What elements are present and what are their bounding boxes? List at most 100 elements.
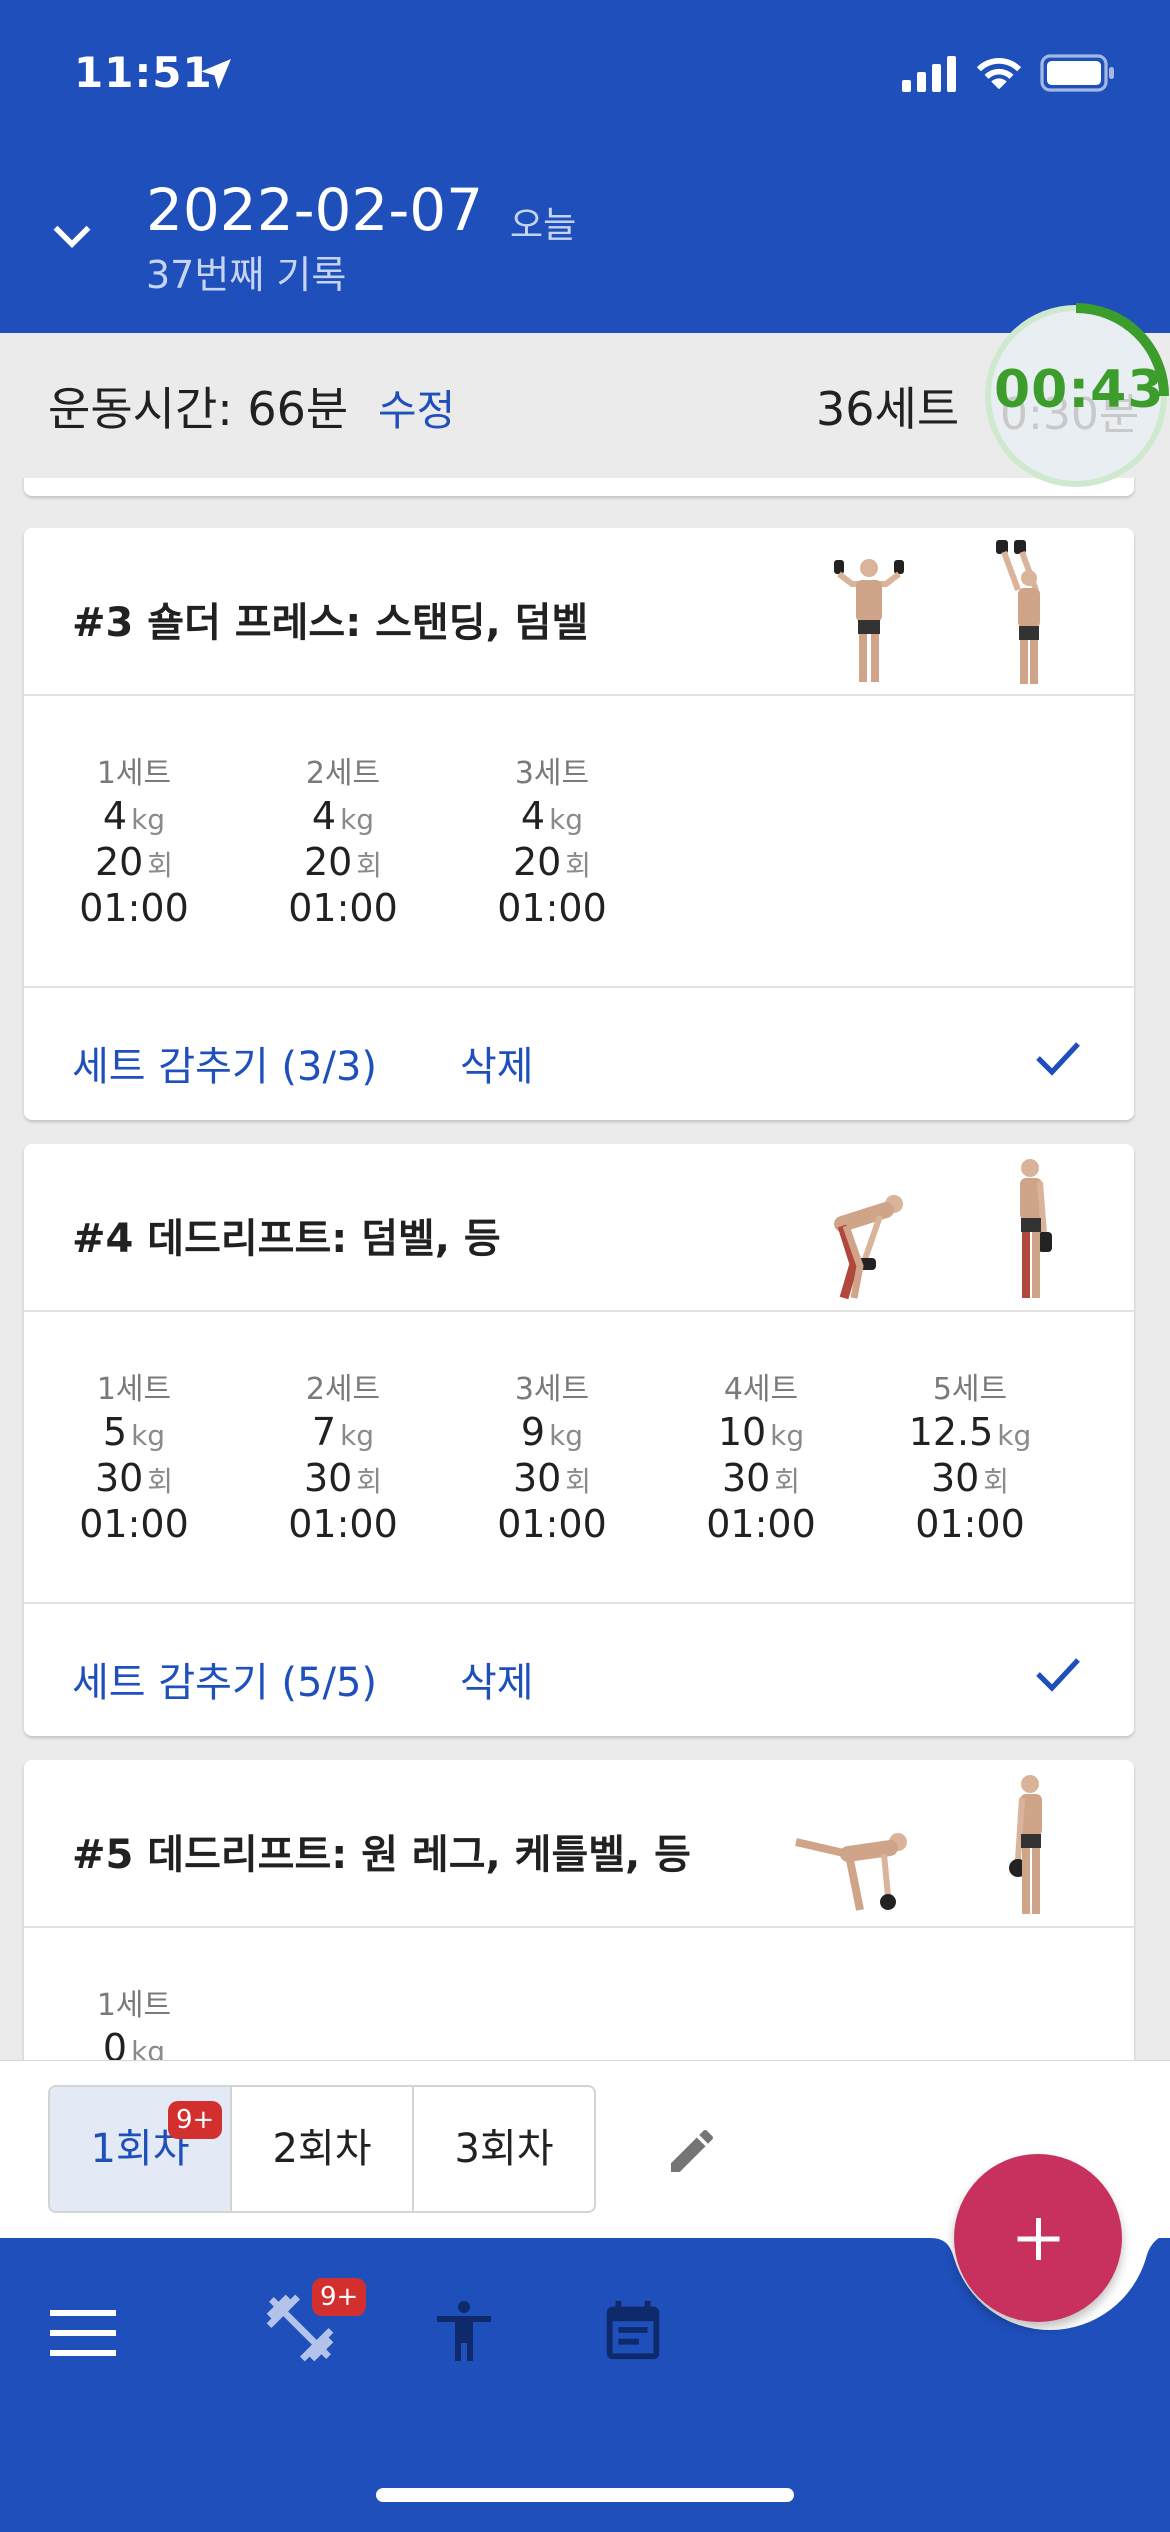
exercise-start-image <box>795 1833 907 1911</box>
weight-value: 9 <box>520 1410 546 1454</box>
set-weight: 4 kg <box>44 794 224 840</box>
weight-value: 4 <box>102 794 128 838</box>
status-bar: 11:51 <box>0 0 1170 150</box>
set-list: 1세트 4 kg 20 회 01:00 2세트 4 kg 20 회 01:00 3세트 … <box>24 698 1134 988</box>
exercise-card: #5 데드리프트: 원 레그, 케틀벨, 등 1세트 0 kg <box>24 1760 1134 2060</box>
exercise-end-image <box>1020 1159 1052 1298</box>
set-time: 01:00 <box>79 1502 189 1546</box>
set-time: 01:00 <box>915 1502 1025 1546</box>
check-icon[interactable] <box>1034 1038 1082 1078</box>
weight-unit: kg <box>770 1419 805 1452</box>
exercise-title: #4 데드리프트: 덤벨, 등 <box>72 1216 501 1262</box>
set-item[interactable]: 5세트 12.5 kg 30 회 01:00 <box>880 1364 1060 1546</box>
battery-icon <box>1040 54 1114 92</box>
delete-button[interactable]: 삭제 <box>460 1650 534 1708</box>
add-exercise-button[interactable] <box>954 2154 1122 2322</box>
set-list: 1세트 0 kg <box>24 1930 1134 2060</box>
location-arrow-icon <box>201 59 231 89</box>
set-label: 2세트 <box>305 756 381 791</box>
plus-icon <box>1017 2218 1060 2260</box>
round-tab-3[interactable]: 3회차 <box>412 2085 596 2213</box>
person-icon[interactable] <box>428 2292 500 2370</box>
edit-duration-button[interactable]: 수정 <box>378 377 455 438</box>
set-item[interactable]: 2세트 7 kg 30 회 01:00 <box>253 1364 433 1546</box>
reps-value: 20 <box>94 840 144 884</box>
hide-sets-button[interactable]: 세트 감추기 (3/3) <box>72 1034 377 1092</box>
round-tab-2[interactable]: 2회차 <box>230 2085 414 2213</box>
rest-timer[interactable]: 00:43 <box>994 360 1165 420</box>
weight-unit: kg <box>131 1419 166 1452</box>
weight-unit: kg <box>549 1419 584 1452</box>
hide-sets-button[interactable]: 세트 감추기 (5/5) <box>72 1650 377 1708</box>
reps-unit: 회 <box>983 1465 1010 1498</box>
set-weight: 10 kg <box>671 1410 851 1456</box>
reps-value: 20 <box>303 840 353 884</box>
set-label: 1세트 <box>96 756 172 791</box>
wifi-icon <box>976 58 1022 90</box>
exercise-header[interactable]: #5 데드리프트: 원 레그, 케틀벨, 등 <box>24 1760 1134 1928</box>
weight-unit: kg <box>340 803 375 836</box>
weight-value: 0 <box>102 2026 128 2060</box>
chevron-down-icon[interactable] <box>50 218 94 252</box>
exercise-actions: 세트 감추기 (3/3) 삭제 <box>24 990 1134 1120</box>
set-label: 1세트 <box>96 1372 172 1407</box>
weight-value: 10 <box>717 1410 767 1454</box>
pencil-icon[interactable] <box>664 2123 720 2179</box>
weight-unit: kg <box>549 803 584 836</box>
reps-unit: 회 <box>565 1465 592 1498</box>
round-tab-label: 3회차 <box>454 2126 554 2172</box>
set-reps: 20 회 <box>44 840 224 886</box>
menu-icon[interactable] <box>50 2308 116 2358</box>
exercise-list[interactable]: #3 숄더 프레스: 스탠딩, 덤벨 1세트 4 kg 20 회 01:00 2… <box>0 478 1170 2060</box>
set-reps: 20 회 <box>253 840 433 886</box>
signal-icon <box>902 56 956 92</box>
today-label: 오늘 <box>510 205 577 246</box>
check-icon[interactable] <box>1034 1654 1082 1694</box>
weight-value: 5 <box>102 1410 128 1454</box>
set-time: 01:00 <box>288 886 398 930</box>
calendar-icon[interactable] <box>598 2294 668 2366</box>
round-tab-1[interactable]: 1회차 9+ <box>48 2085 232 2213</box>
set-label: 2세트 <box>305 1372 381 1407</box>
set-weight: 5 kg <box>44 1410 224 1456</box>
set-item[interactable]: 2세트 4 kg 20 회 01:00 <box>253 748 433 930</box>
reps-value: 30 <box>303 1456 353 1500</box>
set-label: 3세트 <box>514 1372 590 1407</box>
weight-unit: kg <box>131 803 166 836</box>
exercise-start-image <box>834 1195 903 1300</box>
reps-value: 30 <box>721 1456 771 1500</box>
set-item[interactable]: 1세트 4 kg 20 회 01:00 <box>44 748 224 930</box>
set-reps: 30 회 <box>462 1456 642 1502</box>
set-item[interactable]: 4세트 10 kg 30 회 01:00 <box>671 1364 851 1546</box>
exercise-end-image <box>1009 1775 1042 1914</box>
record-count: 37번째 기록 <box>146 253 347 297</box>
reps-value: 20 <box>512 840 562 884</box>
set-time: 01:00 <box>497 886 607 930</box>
reps-unit: 회 <box>356 849 383 882</box>
weight-unit: kg <box>131 2035 166 2060</box>
delete-button[interactable]: 삭제 <box>460 1034 534 1092</box>
set-item[interactable]: 3세트 4 kg 20 회 01:00 <box>462 748 642 930</box>
exercise-title: #3 숄더 프레스: 스탠딩, 덤벨 <box>72 600 589 646</box>
weight-value: 4 <box>311 794 337 838</box>
set-weight: 4 kg <box>462 794 642 840</box>
reps-unit: 회 <box>147 1465 174 1498</box>
total-sets: 36세트 <box>816 382 960 436</box>
exercise-header[interactable]: #3 숄더 프레스: 스탠딩, 덤벨 <box>24 528 1134 696</box>
set-item[interactable]: 1세트 0 kg <box>44 1980 224 2060</box>
set-reps: 30 회 <box>253 1456 433 1502</box>
set-item[interactable]: 3세트 9 kg 30 회 01:00 <box>462 1364 642 1546</box>
exercise-header[interactable]: #4 데드리프트: 덤벨, 등 <box>24 1144 1134 1312</box>
round-tab-label: 2회차 <box>272 2126 372 2172</box>
reps-unit: 회 <box>774 1465 801 1498</box>
record-date[interactable]: 2022-02-07 <box>146 176 483 244</box>
set-time: 01:00 <box>79 886 189 930</box>
set-weight: 7 kg <box>253 1410 433 1456</box>
exercise-card: #4 데드리프트: 덤벨, 등 1세트 5 kg 30 회 01:00 2세트 … <box>24 1144 1134 1736</box>
reps-value: 30 <box>94 1456 144 1500</box>
exercise-end-image <box>996 540 1040 684</box>
weight-value: 7 <box>311 1410 337 1454</box>
set-reps: 30 회 <box>880 1456 1060 1502</box>
nav-badge: 9+ <box>312 2278 367 2316</box>
set-item[interactable]: 1세트 5 kg 30 회 01:00 <box>44 1364 224 1546</box>
